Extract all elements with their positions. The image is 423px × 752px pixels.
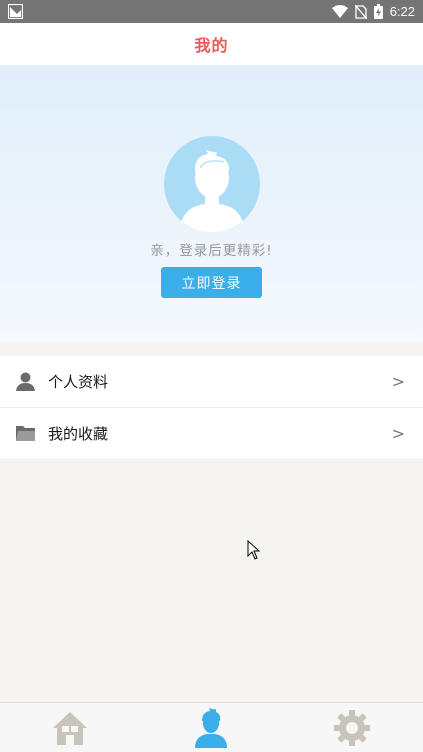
login-hero: 亲，登录后更精彩! 立即登录: [0, 65, 423, 341]
title-bar: 我的: [0, 23, 423, 65]
status-bar: 6:22: [0, 0, 423, 23]
menu-item-profile[interactable]: 个人资料 >: [0, 356, 423, 407]
menu-item-label: 我的收藏: [48, 424, 109, 443]
chevron-right-icon: >: [391, 372, 405, 391]
chevron-right-icon: >: [391, 423, 405, 443]
login-button[interactable]: 立即登录: [161, 267, 262, 298]
default-avatar-icon: [180, 150, 244, 232]
login-tip: 亲，登录后更精彩!: [150, 243, 273, 259]
battery-icon: [373, 4, 383, 19]
menu-item-favorites[interactable]: 我的收藏 >: [0, 407, 423, 458]
bottom-tab-bar: [0, 702, 423, 752]
page-title: 我的: [194, 36, 229, 55]
notification-icon: [8, 4, 23, 19]
folder-icon: [16, 426, 35, 441]
avatar[interactable]: [164, 136, 260, 232]
no-sim-icon: [354, 4, 367, 19]
mouse-cursor-icon: [247, 540, 261, 560]
person-icon: [16, 372, 35, 391]
menu-item-label: 个人资料: [48, 373, 109, 391]
wifi-icon: [331, 5, 348, 18]
menu-list: 个人资料 > 我的收藏 >: [0, 356, 423, 458]
user-icon[interactable]: [191, 708, 231, 748]
home-icon[interactable]: [50, 708, 90, 748]
status-time: 6:22: [389, 4, 415, 19]
gear-icon[interactable]: [332, 708, 372, 748]
